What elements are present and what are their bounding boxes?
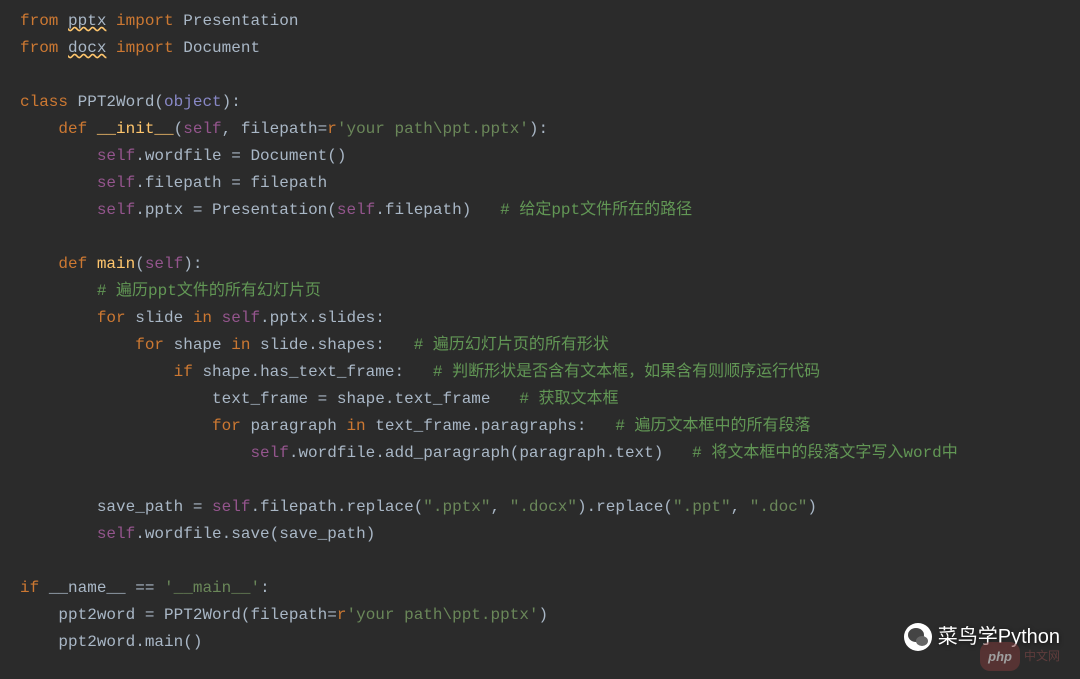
php-pill: php (980, 642, 1020, 671)
code-line[interactable]: # 遍历ppt文件的所有幻灯片页 (20, 278, 1080, 305)
code-line[interactable] (20, 224, 1080, 251)
code-line[interactable]: if __name__ == '__main__': (20, 575, 1080, 602)
code-line[interactable]: from docx import Document (20, 35, 1080, 62)
code-line[interactable]: def main(self): (20, 251, 1080, 278)
code-line[interactable] (20, 548, 1080, 575)
code-line[interactable]: self.wordfile = Document() (20, 143, 1080, 170)
code-line[interactable]: self.wordfile.save(save_path) (20, 521, 1080, 548)
code-line[interactable]: self.filepath = filepath (20, 170, 1080, 197)
code-line[interactable] (20, 62, 1080, 89)
code-line[interactable]: if shape.has_text_frame: # 判断形状是否含有文本框，如… (20, 359, 1080, 386)
code-line[interactable]: from pptx import Presentation (20, 8, 1080, 35)
code-line[interactable]: for paragraph in text_frame.paragraphs: … (20, 413, 1080, 440)
code-line[interactable]: self.wordfile.add_paragraph(paragraph.te… (20, 440, 1080, 467)
code-line[interactable]: for shape in slide.shapes: # 遍历幻灯片页的所有形状 (20, 332, 1080, 359)
code-line[interactable] (20, 467, 1080, 494)
php-badge-text: 中文网 (1024, 643, 1060, 670)
code-line[interactable]: save_path = self.filepath.replace(".pptx… (20, 494, 1080, 521)
code-editor[interactable]: from pptx import Presentationfrom docx i… (0, 0, 1080, 664)
code-line[interactable]: def __init__(self, filepath=r'your path\… (20, 116, 1080, 143)
code-line[interactable]: for slide in self.pptx.slides: (20, 305, 1080, 332)
code-line[interactable]: self.pptx = Presentation(self.filepath) … (20, 197, 1080, 224)
php-cn-badge: php 中文网 (980, 642, 1060, 671)
code-line[interactable]: class PPT2Word(object): (20, 89, 1080, 116)
wechat-icon (904, 623, 932, 651)
code-line[interactable]: text_frame = shape.text_frame # 获取文本框 (20, 386, 1080, 413)
